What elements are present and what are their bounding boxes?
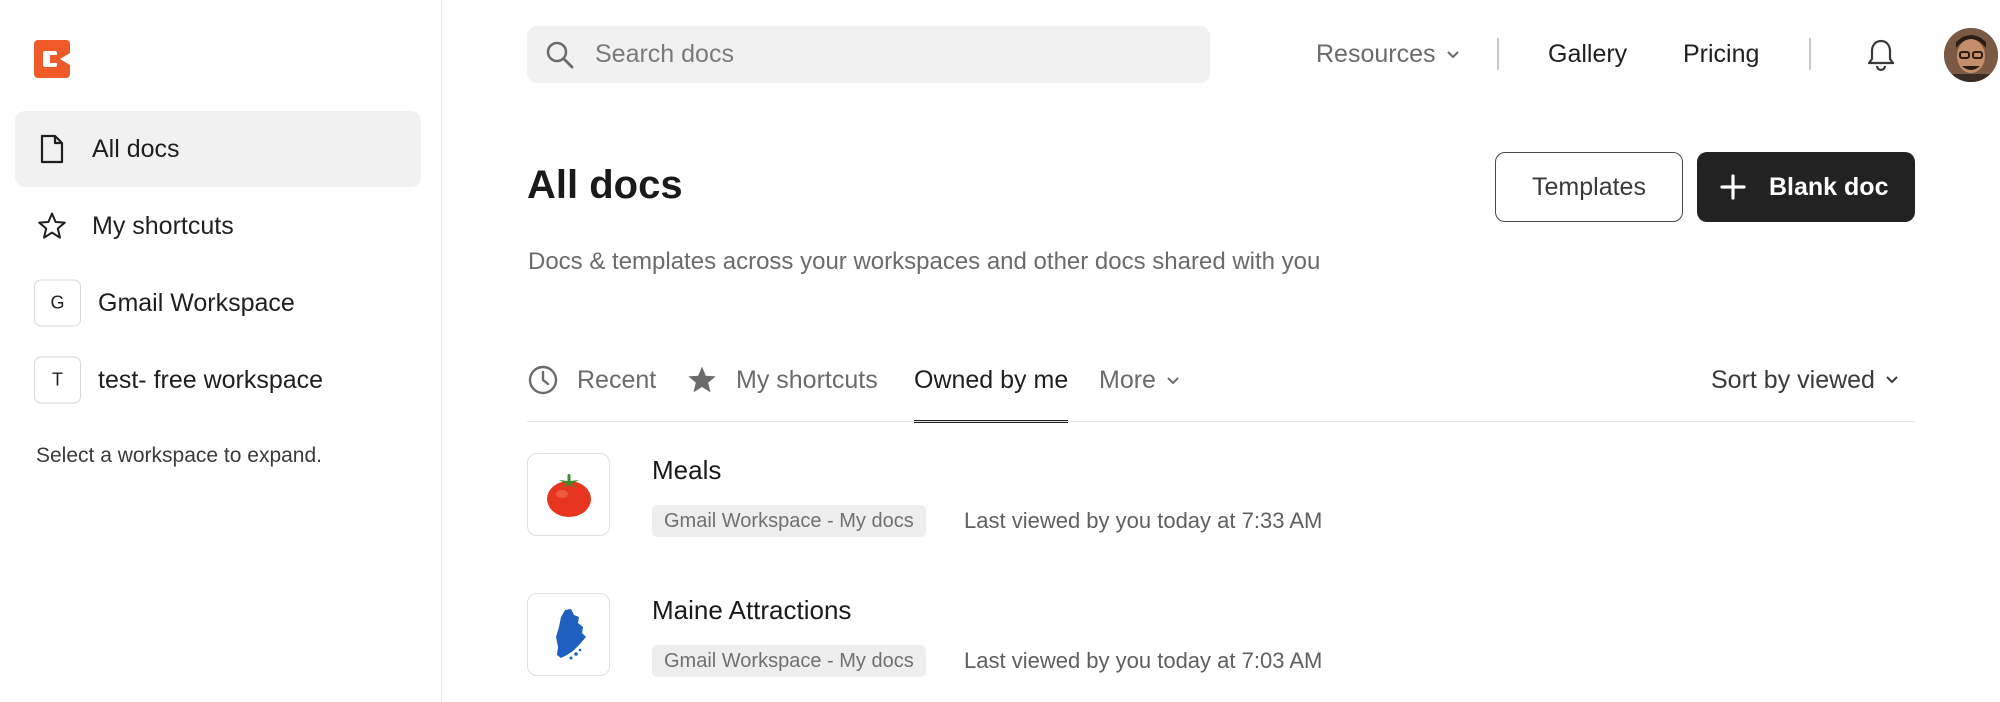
search-icon bbox=[545, 40, 575, 70]
workspace-label: test- free workspace bbox=[98, 365, 324, 394]
doc-last-viewed: Last viewed by you today at 7:03 AM bbox=[964, 648, 1323, 673]
templates-button[interactable]: Templates bbox=[1495, 152, 1683, 222]
sidebar-item-my-shortcuts[interactable]: My shortcuts bbox=[15, 188, 421, 264]
bell-icon[interactable] bbox=[1866, 38, 1896, 72]
sort-label: Sort by viewed bbox=[1711, 366, 1875, 394]
search-input[interactable] bbox=[595, 26, 1195, 83]
page-subtitle: Docs & templates across your workspaces … bbox=[528, 248, 1321, 275]
sidebar-item-gmail-workspace[interactable]: G Gmail Workspace bbox=[15, 265, 421, 341]
doc-last-viewed: Last viewed by you today at 7:33 AM bbox=[964, 508, 1323, 533]
doc-row[interactable]: Maine Attractions Gmail Workspace - My d… bbox=[527, 593, 1915, 693]
doc-row[interactable]: Meals Gmail Workspace - My docs Last vie… bbox=[527, 453, 1915, 553]
tab-recent[interactable]: Recent bbox=[527, 364, 656, 422]
tab-owned-by-me[interactable]: Owned by me bbox=[914, 364, 1069, 423]
sidebar-item-all-docs[interactable]: All docs bbox=[15, 111, 421, 187]
workspace-label: Gmail Workspace bbox=[98, 288, 295, 317]
topbar-divider bbox=[1497, 38, 1499, 70]
gallery-link[interactable]: Gallery bbox=[1548, 40, 1627, 69]
sidebar-item-label: My shortcuts bbox=[92, 211, 234, 240]
coda-logo-icon[interactable] bbox=[34, 40, 70, 78]
star-outline-icon bbox=[37, 211, 67, 241]
tab-my-shortcuts[interactable]: My shortcuts bbox=[686, 364, 878, 422]
resources-menu[interactable]: Resources bbox=[1316, 40, 1460, 69]
blank-doc-label: Blank doc bbox=[1769, 172, 1889, 201]
chevron-down-icon bbox=[1886, 376, 1898, 384]
workspace-badge: T bbox=[34, 356, 81, 404]
workspace-chip: Gmail Workspace - My docs bbox=[652, 645, 926, 677]
pricing-link[interactable]: Pricing bbox=[1683, 40, 1759, 69]
sidebar-item-label: All docs bbox=[92, 134, 180, 163]
tab-label: Recent bbox=[577, 366, 657, 394]
search-bar[interactable] bbox=[527, 26, 1210, 83]
doc-title: Meals bbox=[652, 455, 722, 485]
workspace-badge: G bbox=[34, 279, 81, 327]
tab-label: My shortcuts bbox=[736, 366, 878, 394]
user-avatar[interactable] bbox=[1944, 28, 1998, 82]
tomato-icon bbox=[527, 453, 610, 536]
chevron-down-icon bbox=[1447, 51, 1460, 59]
tab-label: More bbox=[1099, 366, 1156, 394]
doc-title: Maine Attractions bbox=[652, 595, 852, 625]
star-filled-icon bbox=[686, 364, 718, 396]
blank-doc-button[interactable]: Blank doc bbox=[1697, 152, 1915, 222]
workspace-chip: Gmail Workspace - My docs bbox=[652, 505, 926, 537]
sidebar-hint: Select a workspace to expand. bbox=[36, 444, 323, 467]
resources-label: Resources bbox=[1316, 40, 1436, 68]
tab-label: Owned by me bbox=[914, 366, 1069, 394]
document-icon bbox=[37, 134, 67, 164]
tabs-divider bbox=[527, 421, 1915, 422]
plus-icon bbox=[1719, 173, 1747, 201]
sidebar-item-test-free-workspace[interactable]: T test- free workspace bbox=[15, 342, 421, 418]
sort-dropdown[interactable]: Sort by viewed bbox=[1711, 364, 1899, 396]
chevron-down-icon bbox=[1167, 377, 1179, 385]
maine-map-icon bbox=[527, 593, 610, 676]
sidebar: All docs My shortcuts G Gmail Workspace … bbox=[0, 0, 442, 702]
page-title: All docs bbox=[527, 163, 683, 207]
clock-icon bbox=[527, 364, 559, 396]
app-root: All docs My shortcuts G Gmail Workspace … bbox=[0, 0, 2000, 702]
topbar-divider bbox=[1809, 38, 1811, 70]
tab-more[interactable]: More bbox=[1099, 364, 1180, 422]
